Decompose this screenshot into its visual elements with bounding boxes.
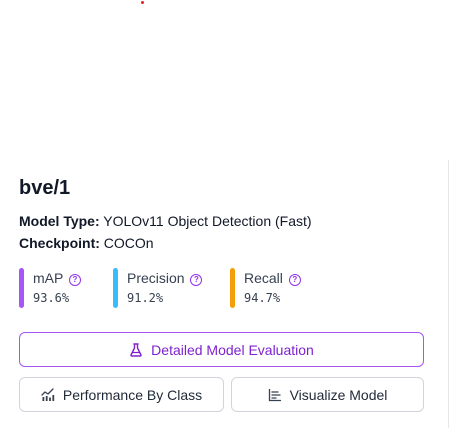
metric-recall-value: 94.7%: [244, 291, 281, 305]
performance-by-class-button[interactable]: Performance By Class: [19, 377, 224, 412]
metric-precision-value: 91.2%: [127, 291, 164, 305]
model-title: bve/1: [19, 177, 71, 199]
performance-by-class-label: Performance By Class: [62, 386, 203, 403]
metric-recall-label: Recall: [244, 270, 283, 286]
model-type-value: YOLOv11 Object Detection (Fast): [103, 213, 312, 229]
help-icon[interactable]: ?: [68, 274, 81, 286]
metric-map-value: 93.6%: [33, 291, 70, 305]
page: bve/1 Model Type: YOLOv11 Object Detecti…: [0, 0, 451, 428]
metric-precision-bar: [113, 268, 118, 308]
flask-icon: [129, 342, 143, 357]
metric-precision-label-row: Precision ?: [127, 269, 203, 287]
bar-chart-icon: [268, 388, 282, 402]
metric-recall-bar: [230, 268, 235, 308]
checkpoint-row: Checkpoint: COCOn: [19, 232, 429, 254]
metric-recall-label-row: Recall ?: [244, 269, 301, 287]
metrics-row: mAP ? 93.6% Precision ? 91.2% Recall ? 9…: [19, 268, 429, 308]
checkpoint-value: COCOn: [103, 235, 154, 251]
model-card: bve/1 Model Type: YOLOv11 Object Detecti…: [19, 174, 429, 412]
help-icon[interactable]: ?: [288, 274, 301, 286]
model-type-label: Model Type:: [19, 213, 100, 229]
metric-precision-label: Precision: [127, 270, 185, 286]
model-meta: Model Type: YOLOv11 Object Detection (Fa…: [19, 210, 429, 254]
metric-map-label: mAP: [33, 270, 64, 286]
detailed-evaluation-label: Detailed Model Evaluation: [151, 341, 314, 358]
metric-map-bar: [19, 268, 24, 308]
metric-map-label-row: mAP ?: [33, 269, 81, 287]
visualize-model-button[interactable]: Visualize Model: [231, 377, 424, 412]
checkpoint-label: Checkpoint:: [19, 235, 100, 251]
detailed-evaluation-button[interactable]: Detailed Model Evaluation: [19, 332, 424, 367]
model-type-row: Model Type: YOLOv11 Object Detection (Fa…: [19, 210, 429, 232]
chart-icon: [41, 387, 55, 402]
help-icon[interactable]: ?: [190, 274, 203, 286]
panel-divider: [448, 160, 449, 428]
status-dot: [141, 1, 144, 4]
visualize-model-label: Visualize Model: [289, 386, 388, 403]
